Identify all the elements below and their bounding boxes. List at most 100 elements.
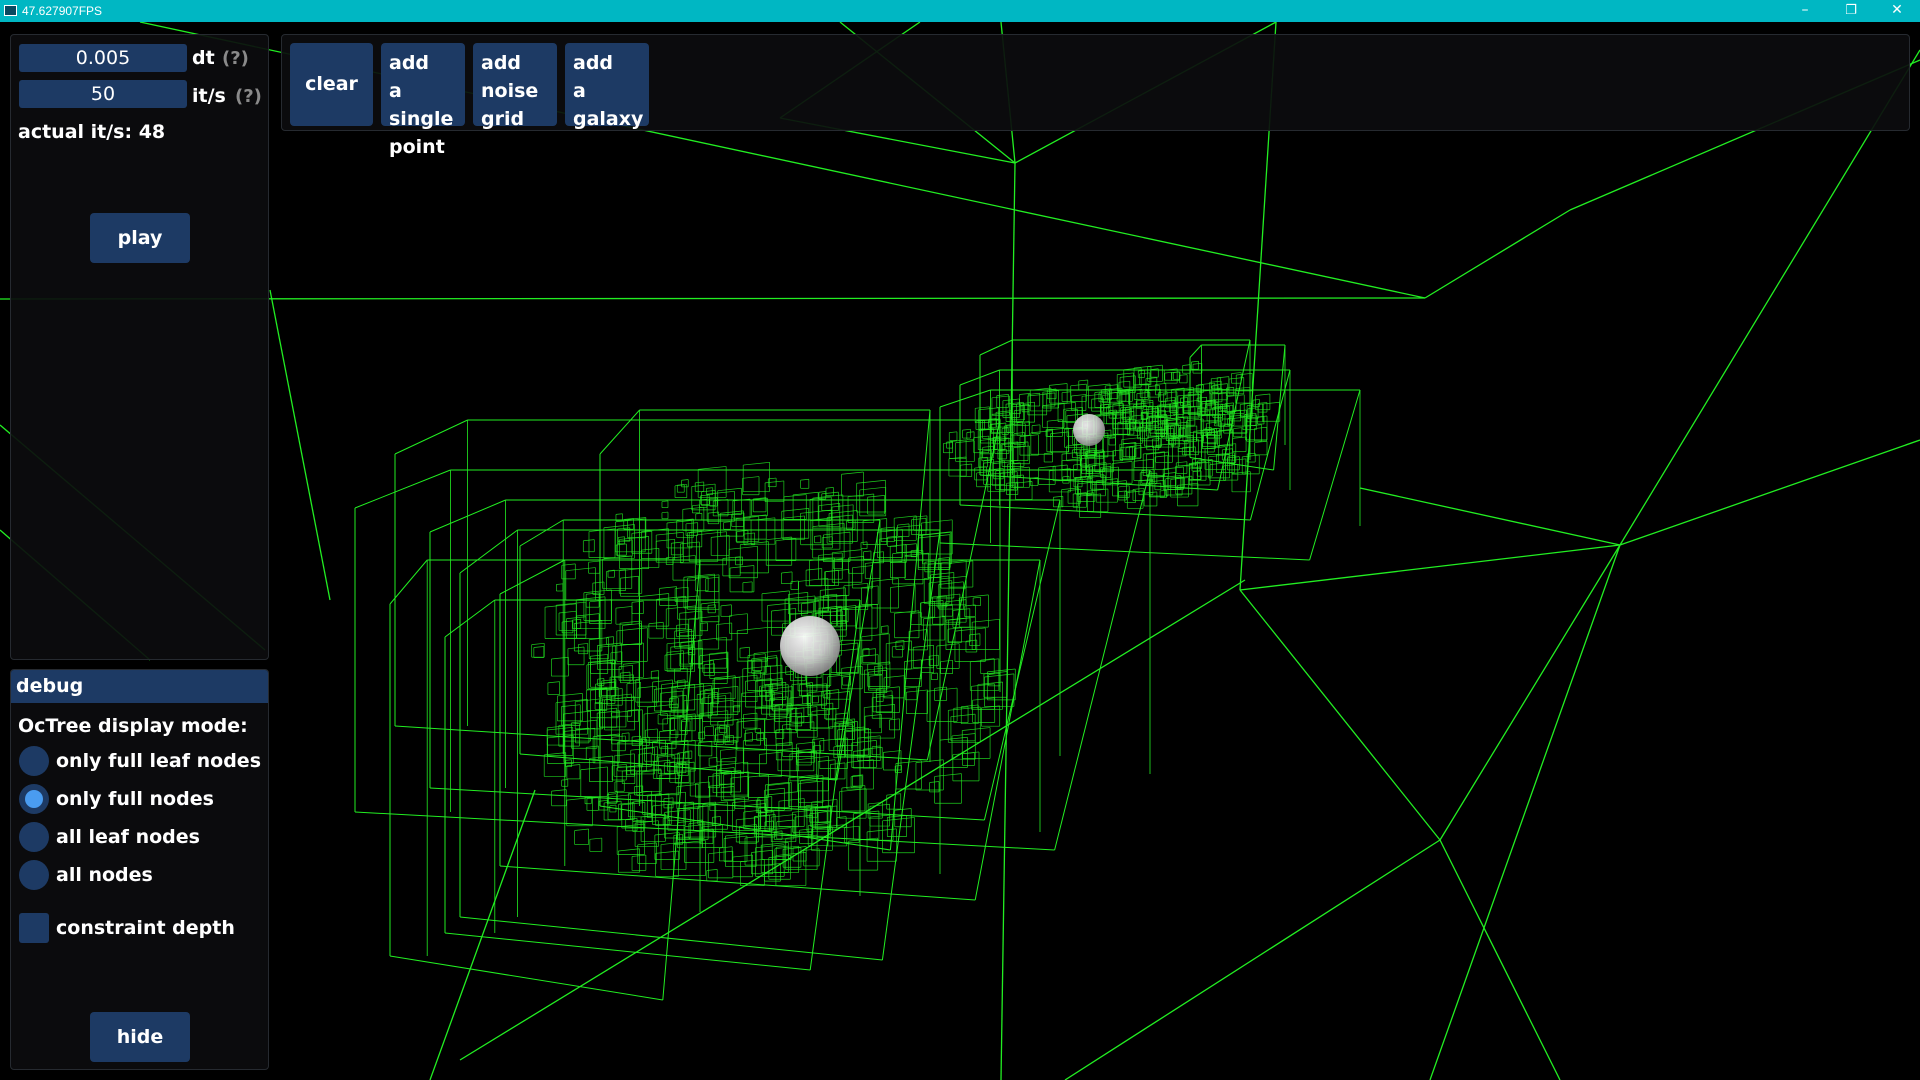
- octree-edge: [611, 735, 626, 738]
- its-input[interactable]: 50: [19, 80, 187, 108]
- window-titlebar[interactable]: 47.627907FPS – ❐ ✕: [0, 0, 1920, 22]
- octree-edge: [771, 608, 796, 612]
- octree-edge: [1217, 376, 1229, 379]
- octree-edge: [767, 602, 790, 606]
- octree-edge: [993, 467, 1004, 470]
- octree-edge: [429, 789, 536, 1080]
- octree-edge: [1227, 455, 1235, 457]
- octree-edge: [1002, 427, 1009, 429]
- add-galaxy-button[interactable]: add a galaxy: [565, 43, 649, 130]
- octree-edge: [688, 821, 705, 824]
- octree-edge: [798, 577, 828, 582]
- octree-edge: [808, 823, 829, 826]
- octree-edge: [1117, 420, 1130, 423]
- octree-edge: [881, 625, 889, 627]
- octree-edge: [950, 713, 976, 718]
- octree-edge: [979, 339, 1013, 356]
- octree-edge: [608, 791, 618, 794]
- octree-edge: [1189, 410, 1210, 414]
- octree-edge: [767, 655, 777, 657]
- maximize-icon[interactable]: ❐: [1828, 0, 1874, 22]
- octree-edge: [730, 565, 754, 569]
- octree-edge: [1091, 397, 1104, 400]
- octree-edge: [444, 599, 496, 638]
- octree-edge: [982, 445, 994, 448]
- octree-edge: [1359, 487, 1621, 546]
- octree-edge: [645, 728, 658, 731]
- octree-edge: [745, 728, 761, 731]
- octree-edge: [796, 748, 812, 752]
- octree-edge: [959, 504, 1251, 521]
- octree-edge: [818, 759, 836, 762]
- octree-edge: [1135, 418, 1147, 421]
- octree-edge: [754, 670, 761, 673]
- octree-edge: [709, 657, 728, 661]
- octree-edge: [955, 440, 975, 444]
- radio-only-full-nodes[interactable]: [19, 784, 49, 814]
- close-icon[interactable]: ✕: [1874, 0, 1920, 22]
- octree-edge: [667, 802, 685, 805]
- octree-edge: [770, 681, 786, 685]
- dt-input[interactable]: 0.005: [19, 44, 187, 72]
- octree-edge: [744, 732, 753, 734]
- octree-edge: [729, 613, 748, 616]
- radio-only-full-leaf-nodes[interactable]: [19, 746, 49, 776]
- octree-edge: [825, 708, 836, 711]
- octree-edge: [876, 693, 884, 696]
- octree-edge: [1206, 421, 1222, 424]
- octree-edge: [595, 701, 602, 704]
- octree-edge: [825, 569, 849, 573]
- octree-edge: [557, 692, 583, 697]
- octree-edge: [1179, 374, 1188, 376]
- octree-edge: [1309, 389, 1361, 561]
- add-noise-grid-button[interactable]: add noise grid: [473, 43, 557, 130]
- clear-button[interactable]: clear: [290, 43, 373, 126]
- octree-edge: [666, 556, 674, 559]
- octree-edge: [1077, 478, 1093, 481]
- octree-edge: [820, 587, 846, 591]
- add-point-button[interactable]: add a single point: [381, 43, 465, 158]
- octree-edge: [354, 469, 451, 509]
- octree-edge: [561, 779, 568, 781]
- octree-edge: [599, 409, 640, 455]
- option-label: all leaf nodes: [56, 826, 200, 848]
- octree-edge: [1424, 209, 1571, 299]
- octree-edge: [1011, 405, 1025, 408]
- octree-edge: [852, 565, 873, 569]
- octree-edge: [904, 543, 917, 546]
- octree-edge: [556, 583, 563, 585]
- hide-button[interactable]: hide: [90, 1012, 190, 1062]
- octree-edge: [939, 542, 1310, 561]
- octree-edge: [924, 560, 935, 563]
- octree-edge: [1049, 383, 1068, 386]
- octree-edge: [991, 395, 1010, 399]
- octree-edge: [938, 581, 964, 585]
- play-button[interactable]: play: [90, 213, 190, 263]
- octree-edge: [632, 819, 644, 822]
- constraint-depth-checkbox[interactable]: [19, 913, 49, 943]
- octree-edge: [1117, 372, 1134, 375]
- octree-edge: [732, 854, 753, 858]
- octree-edge: [574, 620, 602, 624]
- octree-edge: [671, 684, 695, 688]
- octree-edge: [739, 646, 750, 649]
- octree-edge: [588, 560, 600, 563]
- octree-edge: [848, 556, 864, 559]
- minimize-icon[interactable]: –: [1782, 0, 1828, 22]
- octree-edge: [558, 722, 580, 726]
- octree-viewport[interactable]: [0, 22, 1920, 1080]
- app-icon: [4, 5, 17, 16]
- octree-edge: [934, 773, 962, 777]
- octree-edge: [1100, 403, 1109, 406]
- octree-edge: [623, 662, 640, 665]
- octree-edge: [615, 513, 623, 515]
- its-label: it/s: [192, 85, 226, 107]
- octree-edge: [861, 585, 879, 589]
- its-help-icon[interactable]: (?): [235, 86, 262, 107]
- radio-all-leaf-nodes[interactable]: [19, 822, 49, 852]
- radio-all-nodes[interactable]: [19, 860, 49, 890]
- octree-edge: [1144, 491, 1157, 494]
- dt-help-icon[interactable]: (?): [222, 48, 249, 69]
- octree-edge: [962, 428, 971, 431]
- debug-header[interactable]: debug: [11, 670, 268, 703]
